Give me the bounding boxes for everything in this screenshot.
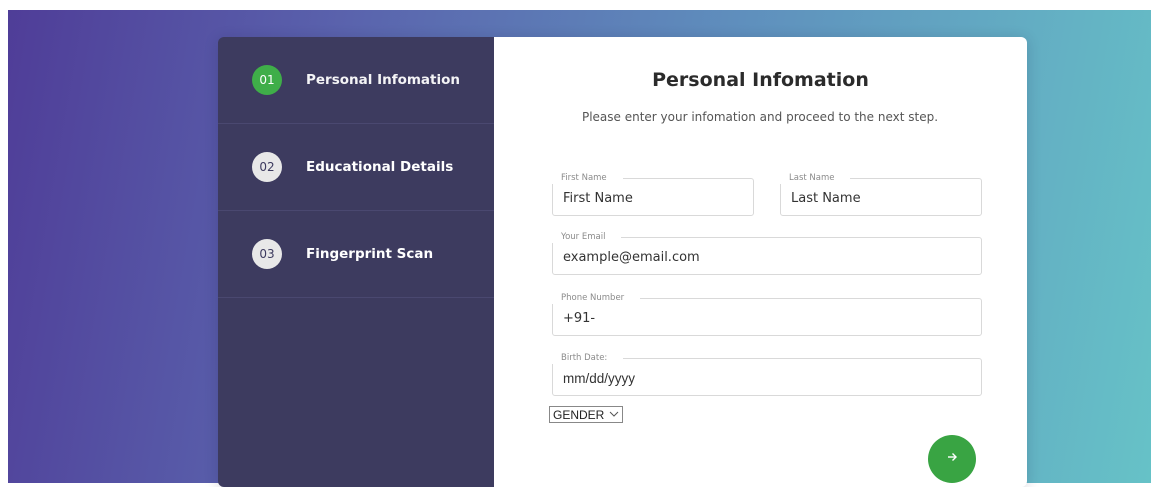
gender-selected-value: GENDER (553, 407, 605, 422)
step-number-badge: 01 (252, 65, 282, 95)
form-title: Personal Infomation (652, 69, 869, 91)
next-step-button[interactable] (928, 435, 976, 483)
phone-label: Phone Number (545, 292, 641, 304)
arrow-right-icon (946, 451, 958, 467)
email-field[interactable]: Your Email example@email.com (545, 231, 982, 275)
signup-card: 01 Personal Infomation 02 Educational De… (218, 37, 1027, 487)
first-name-field[interactable]: First Name First Name (545, 172, 754, 216)
chevron-down-icon (609, 409, 619, 420)
step-label: Educational Details (306, 159, 454, 175)
birth-date-input[interactable]: mm/dd/yyyy (563, 371, 635, 386)
steps-sidebar: 01 Personal Infomation 02 Educational De… (218, 37, 494, 487)
last-name-field[interactable]: Last Name Last Name (773, 172, 982, 216)
first-name-label: First Name (545, 172, 623, 184)
step-number-badge: 02 (252, 152, 282, 182)
first-name-input[interactable]: First Name (563, 191, 633, 206)
form-subtitle: Please enter your infomation and proceed… (581, 110, 939, 124)
phone-input[interactable]: +91- (563, 311, 595, 326)
form-panel: Personal Infomation Please enter your in… (494, 37, 1027, 487)
sidebar-step-fingerprint-scan[interactable]: 03 Fingerprint Scan (218, 211, 494, 298)
gender-select[interactable]: GENDER (549, 406, 624, 423)
step-label: Fingerprint Scan (306, 246, 434, 262)
email-input[interactable]: example@email.com (563, 250, 700, 265)
birth-date-label: Birth Date: (545, 352, 624, 364)
birth-date-field[interactable]: Birth Date: mm/dd/yyyy (545, 352, 982, 396)
email-label: Your Email (545, 231, 622, 243)
last-name-label: Last Name (773, 172, 851, 184)
phone-field[interactable]: Phone Number +91- (545, 292, 982, 336)
step-number-badge: 03 (252, 239, 282, 269)
step-label: Personal Infomation (306, 72, 460, 88)
sidebar-step-personal-information[interactable]: 01 Personal Infomation (218, 37, 494, 124)
sidebar-step-educational-details[interactable]: 02 Educational Details (218, 124, 494, 211)
last-name-input[interactable]: Last Name (791, 191, 861, 206)
